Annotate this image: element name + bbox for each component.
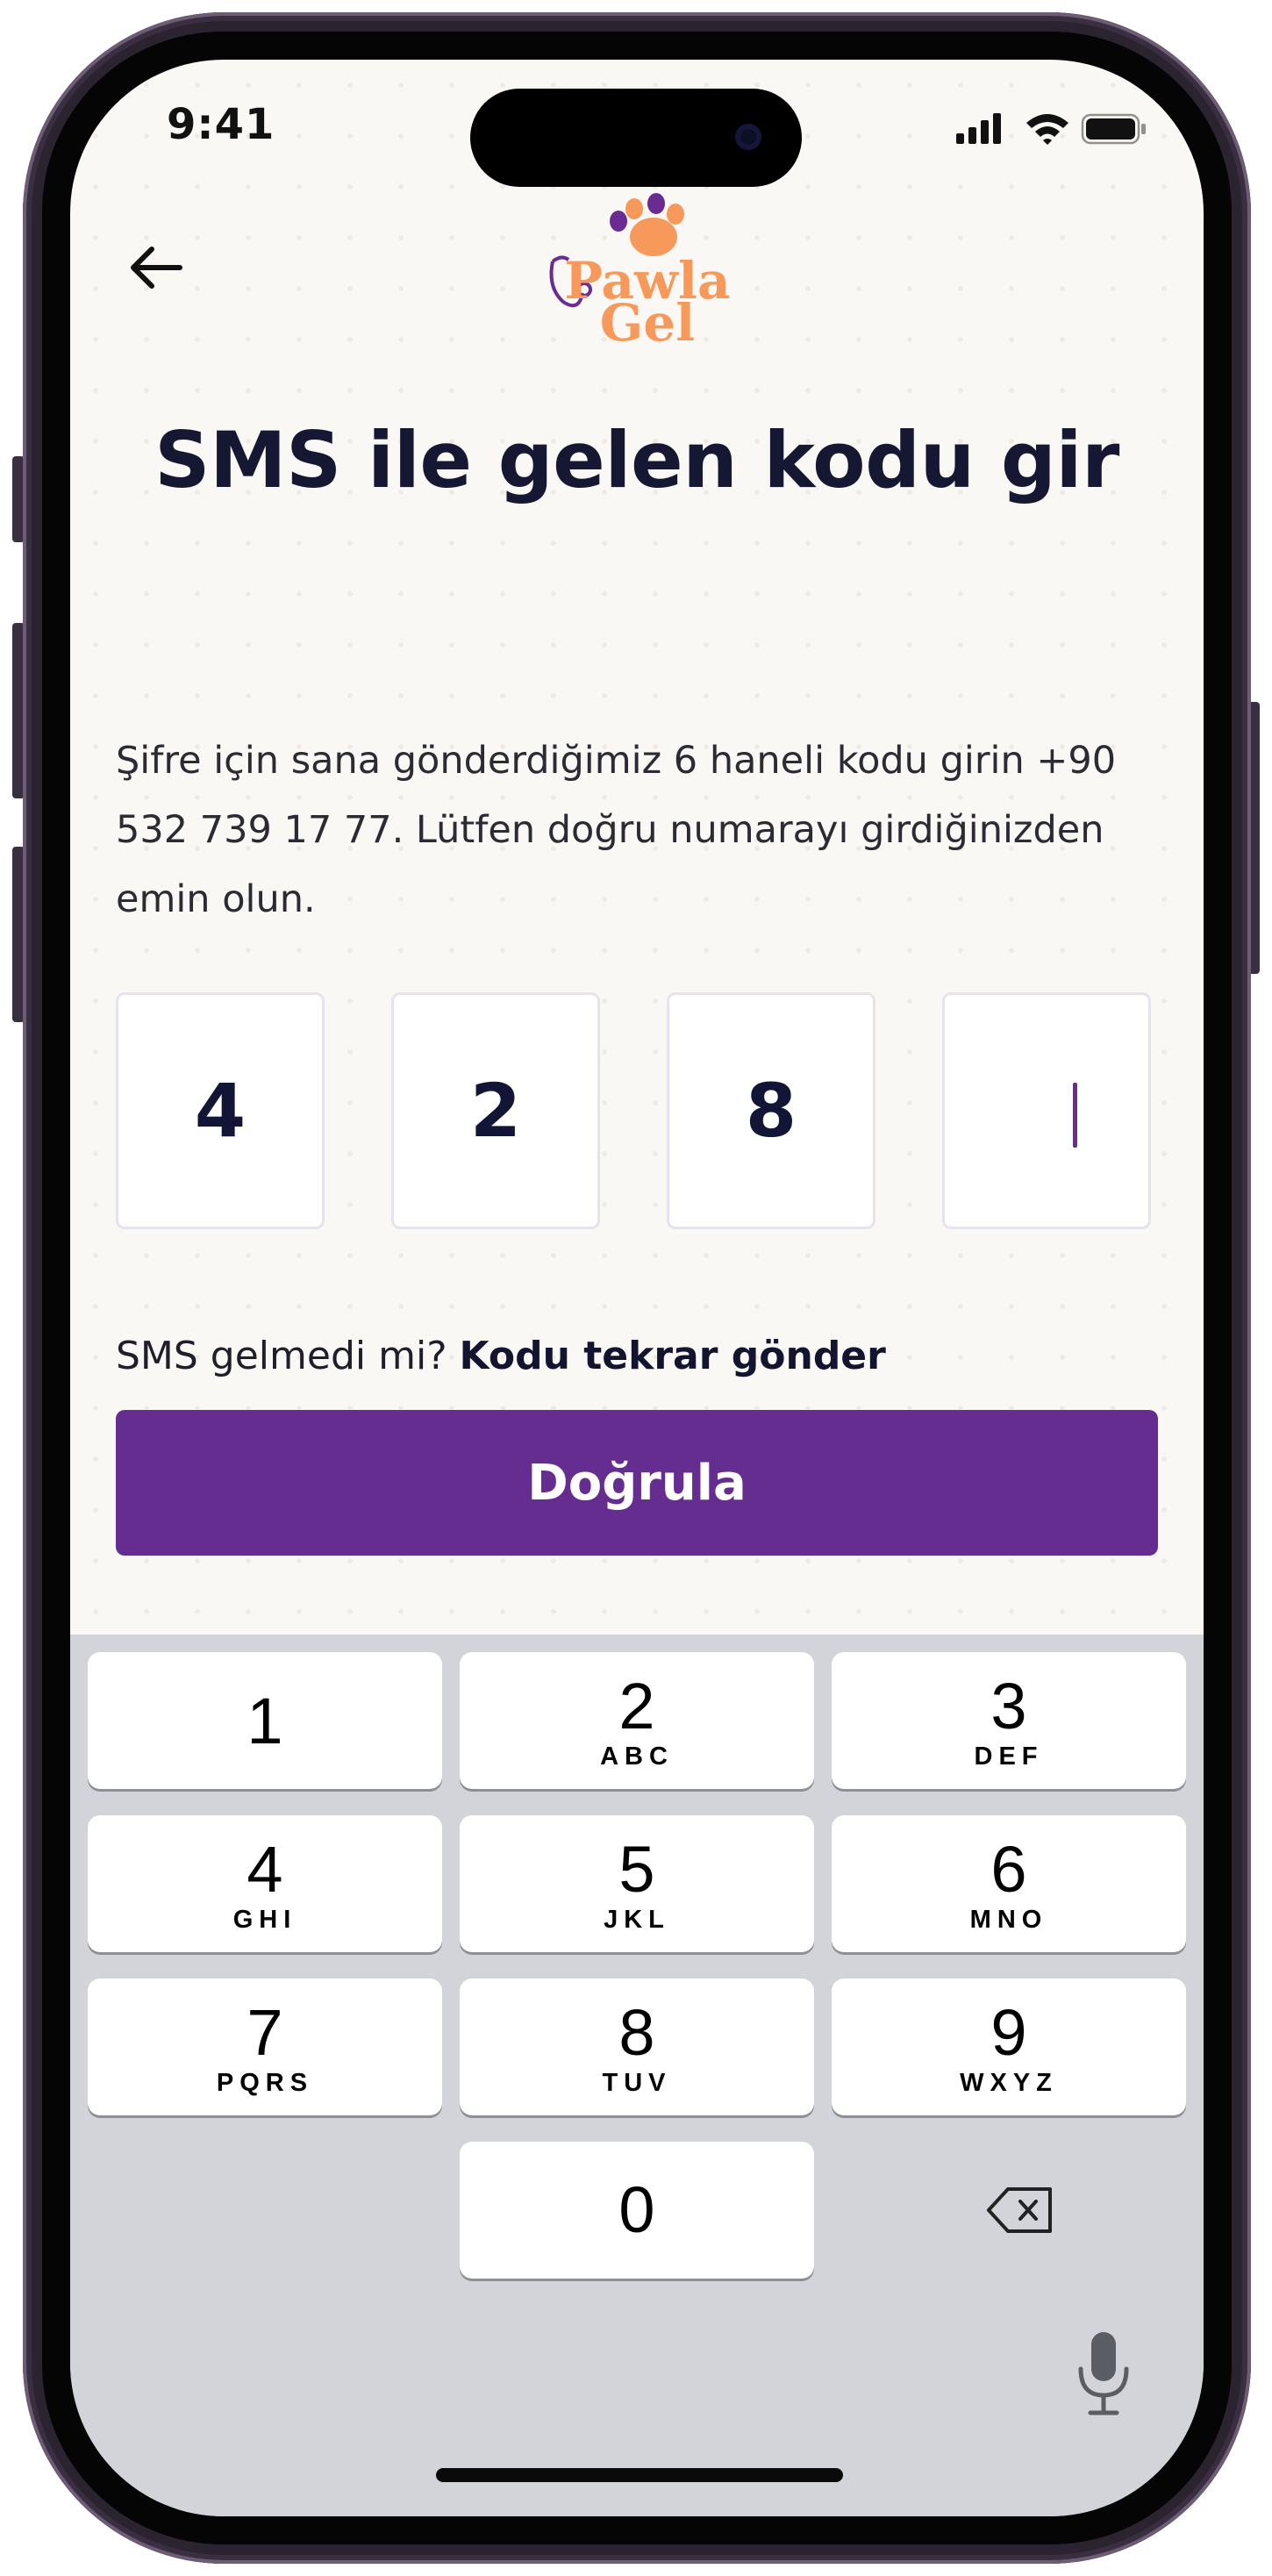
code-digit-1[interactable]: 4 [116,992,325,1229]
code-digit-3[interactable]: 8 [667,992,875,1229]
key-1-digit: 1 [247,1685,283,1757]
key-2[interactable]: 2 ABC [460,1652,814,1789]
key-8-letters: TUV [602,2069,672,2097]
pawlagel-logo: Pawla Gel [549,193,731,349]
code-digit-4[interactable] [942,992,1151,1229]
back-button[interactable] [119,231,193,304]
key-4-letters: GHI [232,1906,297,1934]
dynamic-island [470,89,802,187]
backspace-icon [987,2187,1052,2233]
key-4-digit: 4 [247,1833,283,1906]
key-7-digit: 7 [247,1996,283,2069]
resend-row: SMS gelmedi mi? Kodu tekrar gönder [116,1334,886,1378]
paw-icon [610,193,684,256]
key-2-letters: ABC [600,1742,674,1771]
page-title: SMS ile gelen kodu gir [154,415,1119,505]
arrow-left-icon [131,247,182,289]
key-6-digit: 6 [990,1833,1027,1906]
key-8[interactable]: 8 TUV [460,1979,814,2115]
home-indicator[interactable] [436,2468,843,2482]
delete-key[interactable] [983,2142,1058,2279]
key-3[interactable]: 3 DEF [832,1652,1186,1789]
microphone-icon [1078,2332,1129,2415]
svg-text:Gel: Gel [600,293,695,349]
key-6[interactable]: 6 MNO [832,1815,1186,1952]
key-9-letters: WXYZ [960,2069,1058,2097]
key-3-letters: DEF [974,1742,1044,1771]
battery-icon [1081,113,1146,145]
key-7-letters: PQRS [216,2069,314,2097]
code-digit-2[interactable]: 2 [391,992,600,1229]
key-9-digit: 9 [990,1996,1027,2069]
dictation-button[interactable] [1068,2322,1139,2427]
status-icons [956,113,1146,145]
key-1[interactable]: 1 [88,1652,442,1789]
key-5-digit: 5 [618,1833,655,1906]
key-3-digit: 3 [990,1670,1027,1742]
status-time: 9:41 [167,100,275,149]
key-7[interactable]: 7 PQRS [88,1979,442,2115]
key-0-digit: 0 [618,2173,655,2246]
key-6-letters: MNO [969,1906,1048,1934]
resend-code-link[interactable]: Kodu tekrar gönder [460,1334,886,1378]
front-camera [735,124,761,150]
resend-prompt: SMS gelmedi mi? [116,1334,460,1378]
key-8-digit: 8 [618,1996,655,2069]
key-0[interactable]: 0 [460,2142,814,2279]
key-5-letters: JKL [604,1906,670,1934]
key-2-digit: 2 [618,1670,655,1742]
instructions-text: Şifre için sana gönderdiğimiz 6 haneli k… [116,739,1117,921]
verify-button[interactable]: Doğrula [116,1410,1158,1556]
key-9[interactable]: 9 WXYZ [832,1979,1186,2115]
app-screen: 9:41 Pawla Gel SMS ile gelen kodu gir Şi… [70,60,1204,2516]
text-caret [1073,1083,1077,1148]
numeric-keypad: 1 2 ABC 3 DEF 4 GHI 5 JKL 6 MNO 7 PQRS 8 [70,1635,1204,2516]
code-input-row: 4 2 8 [116,992,1158,1231]
cellular-signal-icon [956,113,1001,144]
wifi-icon [1026,114,1068,145]
key-4[interactable]: 4 GHI [88,1815,442,1952]
key-5[interactable]: 5 JKL [460,1815,814,1952]
